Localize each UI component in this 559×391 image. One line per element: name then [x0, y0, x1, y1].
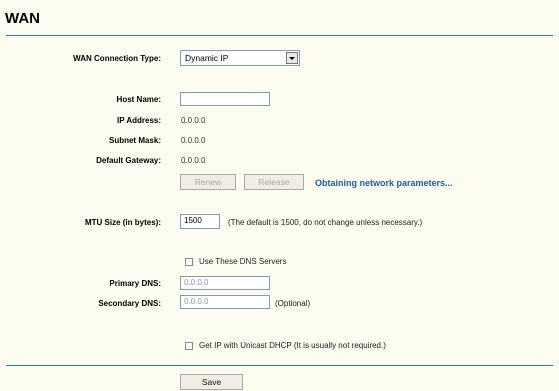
- release-button[interactable]: Release: [244, 174, 304, 190]
- renew-button[interactable]: Renew: [180, 174, 236, 190]
- bottom-divider: [6, 365, 553, 366]
- unicast-checkbox[interactable]: [185, 342, 193, 350]
- secondary-dns-input[interactable]: 0.0.0.0: [180, 295, 270, 309]
- host-name-label: Host Name:: [116, 95, 161, 104]
- top-divider: [6, 35, 553, 36]
- default-gateway-label: Default Gateway:: [96, 156, 161, 165]
- status-text: Obtaining network parameters...: [315, 178, 453, 188]
- mtu-input[interactable]: 1500: [180, 214, 220, 229]
- conn-type-value: Dynamic IP: [185, 53, 229, 63]
- primary-dns-label: Primary DNS:: [109, 279, 161, 288]
- page-title: WAN: [5, 10, 40, 27]
- unicast-label: Get IP with Unicast DHCP (It is usually …: [199, 341, 386, 350]
- conn-type-label: WAN Connection Type:: [73, 54, 161, 63]
- ip-address-value: 0.0.0.0: [181, 116, 206, 125]
- secondary-dns-label: Secondary DNS:: [98, 299, 161, 308]
- mtu-note: (The default is 1500, do not change unle…: [228, 218, 423, 227]
- host-name-input[interactable]: [180, 92, 270, 106]
- subnet-mask-label: Subnet Mask:: [108, 136, 161, 145]
- use-dns-checkbox[interactable]: [185, 258, 193, 266]
- save-button[interactable]: Save: [180, 374, 243, 390]
- primary-dns-input[interactable]: 0.0.0.0: [180, 276, 270, 290]
- mtu-label: MTU Size (in bytes):: [84, 218, 161, 227]
- conn-type-select[interactable]: Dynamic IP: [180, 50, 300, 66]
- chevron-down-icon[interactable]: [286, 52, 298, 64]
- default-gateway-value: 0.0.0.0: [181, 156, 206, 165]
- ip-address-label: IP Address:: [116, 116, 161, 125]
- secondary-dns-note: (Optional): [275, 299, 311, 308]
- subnet-mask-value: 0.0.0.0: [181, 136, 206, 145]
- use-dns-label: Use These DNS Servers: [199, 257, 287, 266]
